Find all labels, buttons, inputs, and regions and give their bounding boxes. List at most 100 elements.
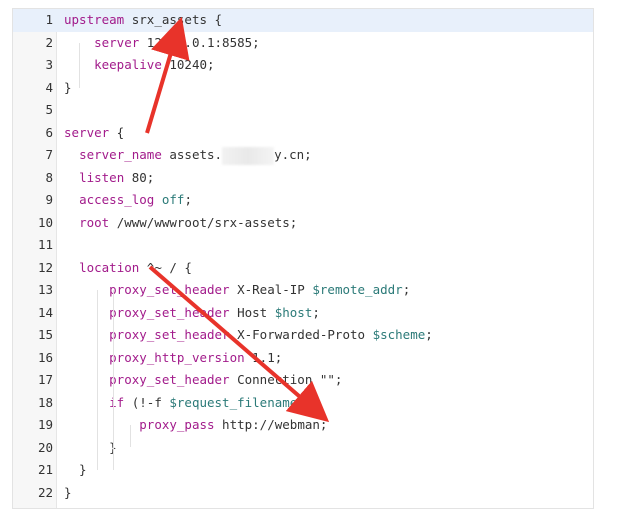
code-token: X-Real-IP	[229, 282, 313, 297]
code-token: ^~ / {	[139, 259, 192, 275]
code-text: listen 80;	[64, 167, 154, 190]
code-line[interactable]: 17 proxy_set_header Connection "";	[13, 369, 593, 392]
code-line[interactable]: 4}	[13, 77, 593, 100]
line-number: 18	[37, 394, 53, 410]
code-line[interactable]: 5	[13, 99, 593, 122]
code-token: listen	[79, 169, 125, 185]
code-token: X-Forwarded-Proto	[229, 327, 373, 342]
code-line[interactable]: 3 keepalive 10240;	[13, 54, 593, 77]
indent-guide	[79, 43, 80, 88]
code-token: 80;	[124, 169, 155, 185]
code-token: proxy_pass	[139, 417, 215, 432]
line-number: 11	[37, 237, 53, 252]
code-text: access_log off;	[64, 189, 192, 212]
code-token: 127.0.0.1:8585;	[139, 34, 260, 50]
code-text: proxy_set_header X-Real-IP $remote_addr;	[64, 279, 410, 302]
code-line[interactable]: 1 upstream srx_assets {	[13, 9, 593, 32]
code-text: root /www/wwwroot/srx-assets;	[64, 212, 297, 235]
code-token: access_log	[79, 192, 155, 207]
code-token: proxy_set_header	[109, 327, 230, 342]
code-token: ;	[312, 304, 320, 320]
code-editor[interactable]: 1 upstream srx_assets {2 server 127.0.0.1…	[12, 8, 594, 509]
line-number: 15	[37, 327, 53, 342]
line-number: 14	[37, 304, 53, 320]
code-token: $remote_addr	[312, 282, 403, 297]
code-text: proxy_set_header Host $host;	[64, 302, 320, 325]
code-line[interactable]: 18 if (!-f $request_filename){	[13, 392, 593, 415]
code-token: }	[64, 462, 87, 477]
code-token: $host	[274, 304, 313, 320]
code-token: http://webman;	[214, 417, 328, 432]
indent-guide	[130, 425, 131, 447]
code-line[interactable]: 15 proxy_set_header X-Forwarded-Proto $s…	[13, 324, 593, 347]
code-token: srx_assets {	[124, 12, 223, 27]
code-token: root	[79, 214, 110, 230]
code-text: }	[64, 77, 72, 100]
code-token: proxy_set_header	[109, 304, 230, 320]
line-number: 22	[37, 484, 53, 500]
code-text: upstream srx_assets {	[64, 9, 222, 32]
line-number: 8	[45, 169, 53, 185]
code-line[interactable]: 7 server_name assets. y.cn;	[13, 144, 593, 167]
line-number: 10	[37, 214, 53, 230]
code-line[interactable]: 13 proxy_set_header X-Real-IP $remote_ad…	[13, 279, 593, 302]
code-line[interactable]: 19 proxy_pass http://webman;	[13, 414, 593, 437]
code-token: ;	[425, 327, 433, 342]
line-number: 19	[37, 417, 53, 432]
code-line[interactable]: 22}	[13, 482, 593, 505]
code-token: {	[109, 124, 125, 140]
code-text: server {	[64, 122, 124, 145]
code-token: keepalive	[94, 57, 162, 72]
code-token: }	[64, 484, 72, 500]
code-line[interactable]: 6 server {	[13, 122, 593, 145]
code-text: }	[64, 482, 72, 505]
line-number: 6	[45, 124, 53, 140]
code-text: proxy_pass http://webman;	[64, 414, 327, 437]
code-line[interactable]: 14 proxy_set_header Host $host;	[13, 302, 593, 325]
code-line[interactable]: 11	[13, 234, 593, 257]
code-line[interactable]: 9 access_log off;	[13, 189, 593, 212]
code-token: $request_filename	[169, 394, 298, 410]
code-token: }	[64, 79, 72, 95]
line-number: 2	[45, 34, 53, 50]
code-text: location ^~ / {	[64, 257, 192, 280]
line-number: 5	[45, 102, 53, 117]
redacted-text	[222, 146, 275, 165]
code-token: 10240;	[161, 57, 215, 72]
code-line[interactable]: 16 proxy_http_version 1.1;	[13, 347, 593, 370]
indent-guide	[113, 290, 114, 470]
indent-guide	[97, 290, 98, 470]
line-number: 3	[45, 57, 53, 72]
code-text: proxy_set_header Connection "";	[64, 369, 342, 392]
code-token: }	[64, 439, 117, 455]
code-token: ;	[402, 282, 411, 297]
code-line[interactable]: 10 root /www/wwwroot/srx-assets;	[13, 212, 593, 235]
code-token: $scheme	[372, 327, 426, 342]
code-token: server_name	[79, 147, 162, 162]
code-text: keepalive 10240;	[64, 54, 215, 77]
code-line[interactable]: 2 server 127.0.0.1:8585;	[13, 32, 593, 55]
code-line[interactable]: 20 }	[13, 437, 593, 460]
code-line[interactable]: 12 location ^~ / {	[13, 257, 593, 280]
line-number: 17	[37, 372, 53, 387]
code-line[interactable]: 21 }	[13, 459, 593, 482]
code-line[interactable]: 8 listen 80;	[13, 167, 593, 190]
line-number: 13	[37, 282, 53, 297]
code-token: /www/wwwroot/srx-assets;	[109, 214, 298, 230]
code-token: Connection "";	[229, 372, 343, 387]
code-token: y.cn;	[274, 147, 312, 162]
line-number: 7	[45, 147, 53, 162]
code-token: proxy_set_header	[109, 372, 230, 387]
line-number: 1	[45, 12, 53, 27]
code-text: server_name assets. y.cn;	[64, 144, 312, 167]
code-token: (!-f	[124, 394, 170, 410]
code-token: 1.1;	[244, 349, 283, 365]
